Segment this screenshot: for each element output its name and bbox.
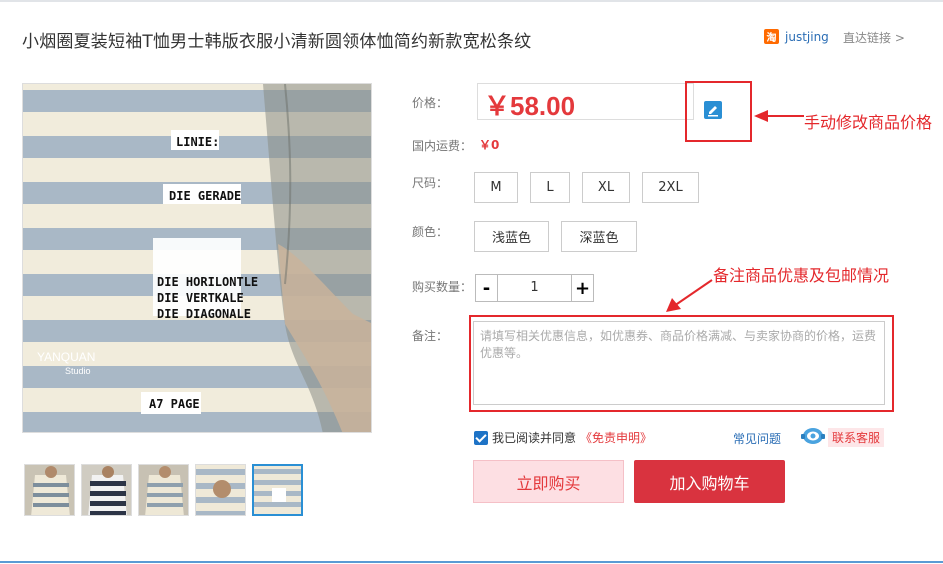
price-value: ￥58.00 [484,91,576,121]
thumb-3[interactable] [138,464,189,516]
discount-annotation: 备注商品优惠及包邮情况 [713,266,890,285]
shipping-label: 国内运费： [412,139,473,153]
size-option-m[interactable]: M [474,172,518,203]
color-label: 颜色： [412,225,449,239]
thumb-1[interactable] [24,464,75,516]
price-arrow-icon [754,110,804,122]
thumb-5[interactable] [252,464,303,516]
top-divider [0,0,943,2]
disclaimer-link[interactable]: 《免责申明》 [580,429,652,446]
color-option-light-blue[interactable]: 浅蓝色 [474,221,549,252]
note-textarea[interactable] [473,321,885,405]
price-annotation: 手动修改商品价格 [804,113,933,132]
thumbnail-strip [24,464,303,516]
qty-increase-button[interactable]: + [571,275,593,301]
product-page: 小烟圈夏装短袖T恤男士韩版衣服小清新圆领体恤简约新款宽松条纹 淘 justjin… [0,0,943,564]
thumb-2[interactable] [81,464,132,516]
striped-shirt-photo: LINIE: DIE GERADE DIE HORILONTLE DIE VER… [23,84,371,432]
quantity-stepper: - 1 + [475,274,594,302]
discount-arrow-icon [666,279,713,312]
faq-link[interactable]: 常见问题 [733,430,781,447]
shirt-text-gerade: DIE GERADE [169,189,241,203]
qty-input[interactable]: 1 [498,275,571,301]
shirt-text-horilontle: DIE HORILONTLE [157,275,258,289]
direct-link[interactable]: 直达链接 > [843,29,905,46]
qty-label: 购买数量： [412,280,473,294]
shop-link[interactable]: 淘 justjing [764,29,829,44]
qty-decrease-button[interactable]: - [476,275,498,301]
shop-name[interactable]: justjing [785,30,829,44]
bottom-divider [0,561,943,563]
edit-pencil-icon[interactable] [704,101,722,119]
shirt-text-a7page: A7 PAGE [149,397,200,411]
size-option-2xl[interactable]: 2XL [642,172,699,203]
size-option-l[interactable]: L [530,172,570,203]
main-product-image: LINIE: DIE GERADE DIE HORILONTLE DIE VER… [22,83,372,433]
size-label: 尺码： [412,176,449,190]
contact-service-link[interactable]: 联系客服 [828,428,885,447]
customer-service-icon[interactable] [801,427,825,445]
product-title: 小烟圈夏装短袖T恤男士韩版衣服小清新圆领体恤简约新款宽松条纹 [22,32,532,52]
agreement-text: 我已阅读并同意 [492,431,577,445]
watermark-sub: Studio [65,366,91,376]
color-option-dark-blue[interactable]: 深蓝色 [561,221,637,252]
size-option-xl[interactable]: XL [582,172,630,203]
shirt-text-diagonale: DIE DIAGONALE [157,307,251,321]
agree-checkbox[interactable] [474,430,488,445]
shipping-value: ￥0 [479,138,500,152]
buy-now-button[interactable]: 立即购买 [473,460,624,503]
shirt-text-linie: LINIE: [176,135,219,149]
price-field[interactable]: ￥58.00 [477,83,694,121]
price-label: 价格： [412,96,449,110]
taobao-icon: 淘 [764,29,779,44]
thumb-4[interactable] [195,464,246,516]
watermark-main: YANQUAN [37,350,95,364]
add-to-cart-button[interactable]: 加入购物车 [634,460,785,503]
shirt-text-vertkale: DIE VERTKALE [157,291,244,305]
note-label: 备注： [412,329,449,343]
agreement-row: 我已阅读并同意 《免责申明》 [474,429,652,446]
